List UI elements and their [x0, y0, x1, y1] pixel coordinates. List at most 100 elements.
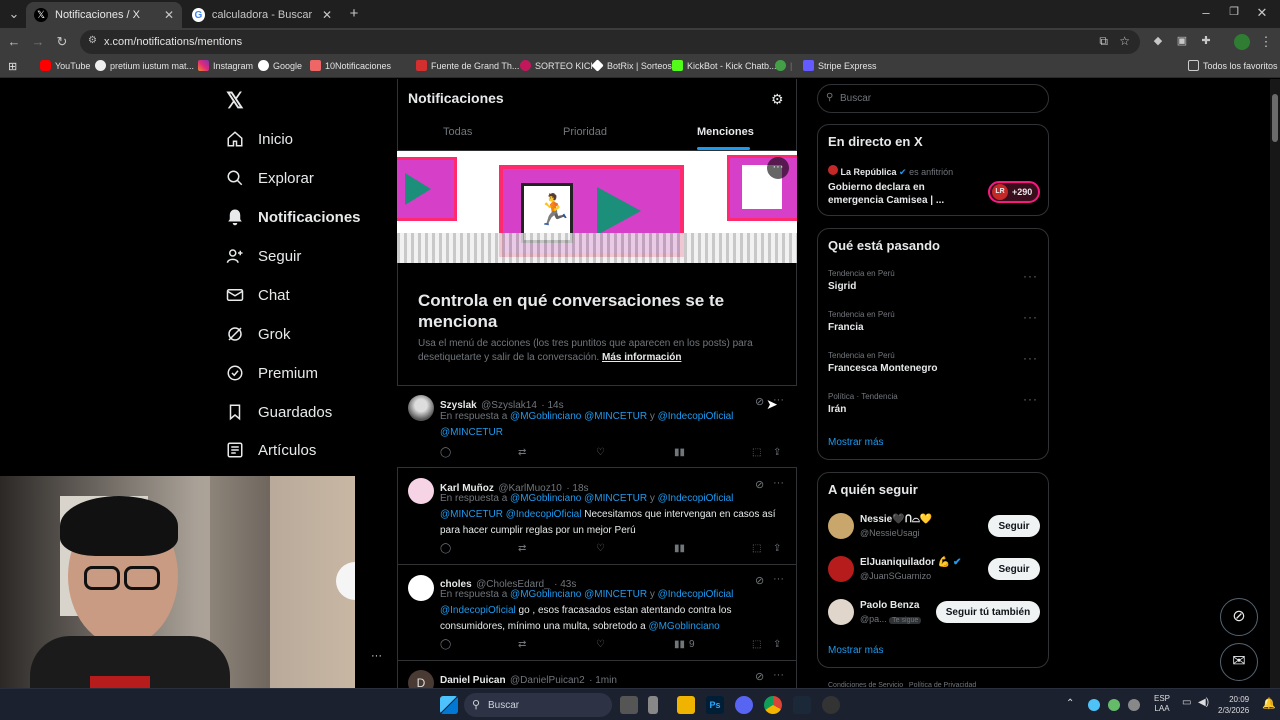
bookmark-botrix[interactable]: BotRix | Sorteos — [591, 59, 672, 72]
bookmark-google[interactable]: Google — [258, 60, 302, 71]
views-icon[interactable]: ▮▮ — [674, 543, 685, 554]
post-author-name[interactable]: Daniel Puican — [440, 675, 506, 686]
close-tab-icon[interactable]: ✕ — [164, 8, 174, 22]
bookmark-instagram[interactable]: Instagram — [198, 60, 253, 71]
bookmark-star-icon[interactable]: ☆ — [1119, 34, 1130, 48]
mention-link[interactable]: @IndecopiOficial — [658, 411, 734, 422]
messages-fab[interactable]: ✉ — [1220, 643, 1258, 681]
post-time[interactable]: · 1min — [589, 675, 617, 686]
notifications-icon[interactable]: 🔔 — [1262, 697, 1276, 710]
post-author-handle[interactable]: @DanielPuican2 — [510, 675, 585, 686]
tray-icon[interactable] — [1128, 699, 1140, 711]
browser-tab[interactable]: G calculadora - Buscar con Googl ✕ — [184, 2, 340, 28]
avatar[interactable] — [408, 478, 434, 504]
nav-item-premium[interactable]: Premium — [226, 364, 318, 382]
like-icon[interactable]: ♡ — [596, 543, 605, 554]
mention-link[interactable]: @MINCETUR — [440, 427, 503, 438]
trend-item[interactable]: Tendencia en Perú Sigrid ··· — [828, 269, 1038, 292]
show-more-link[interactable]: Mostrar más — [828, 437, 884, 448]
reply-icon[interactable]: ◯ — [440, 447, 451, 458]
mention-link[interactable]: @MINCETUR — [584, 493, 647, 504]
nav-item-articulos[interactable]: Artículos — [226, 441, 316, 459]
photoshop-icon[interactable]: Ps — [706, 696, 724, 714]
avatar[interactable] — [828, 599, 854, 625]
repost-icon[interactable]: ⇄ — [518, 447, 526, 458]
x-logo[interactable]: 𝕏 — [226, 88, 244, 114]
mention-link[interactable]: @MGoblinciano — [648, 621, 719, 632]
nav-item-grok[interactable]: Grok — [226, 325, 291, 343]
avatar[interactable] — [828, 513, 854, 539]
tab-menciones[interactable]: Menciones — [697, 126, 754, 138]
bookmark-icon[interactable]: ⬚ — [752, 639, 761, 650]
nav-item-guardados[interactable]: Guardados — [226, 403, 332, 421]
post[interactable]: Karl Muñoz @KarlMuoz10 · 18s En respuest… — [397, 469, 797, 565]
follow-button[interactable]: Seguir — [988, 515, 1040, 537]
mention-link[interactable]: @MINCETUR — [584, 589, 647, 600]
mention-link[interactable]: @IndecopiOficial — [440, 605, 516, 616]
post[interactable]: choles @CholesEdard_ · 43s En respuesta … — [397, 566, 797, 661]
mention-link[interactable]: @MINCETUR — [440, 509, 503, 520]
search-input[interactable]: ⚲ Buscar — [817, 84, 1049, 113]
like-icon[interactable]: ♡ — [596, 447, 605, 458]
close-tab-icon[interactable]: ✕ — [322, 8, 332, 22]
clock[interactable]: 20:09 2/3/2026 — [1218, 694, 1249, 716]
repost-icon[interactable]: ⇄ — [518, 543, 526, 554]
mention-link[interactable]: @MINCETUR — [584, 411, 647, 422]
grok-icon[interactable]: ⊘ — [755, 395, 764, 408]
bookmark-stripe[interactable]: Stripe Express — [803, 60, 877, 71]
reload-icon[interactable]: ↻ — [52, 34, 72, 50]
app-icon[interactable] — [648, 696, 658, 714]
tab-search-icon[interactable]: ⌄ — [4, 6, 24, 22]
volume-icon[interactable]: ◀) — [1198, 697, 1209, 708]
more-options-icon[interactable]: ··· — [1023, 310, 1038, 324]
taskbar-search[interactable]: ⚲ Buscar — [464, 693, 612, 717]
grok-icon[interactable]: ⊘ — [755, 574, 764, 587]
nav-item-chat[interactable]: Chat — [226, 286, 290, 304]
settings-gear-icon[interactable]: ⚙ — [771, 91, 784, 108]
extension-icon[interactable]: ▣ — [1172, 34, 1192, 47]
tray-expand-icon[interactable]: ⌃ — [1066, 698, 1074, 709]
share-icon[interactable]: ⇪ — [773, 447, 781, 458]
repost-icon[interactable]: ⇄ — [518, 639, 526, 650]
more-options-icon[interactable]: ··· — [767, 157, 789, 179]
post[interactable]: D Daniel Puican @DanielPuican2 · 1min ⊘ … — [397, 662, 797, 696]
steam-icon[interactable] — [793, 696, 811, 714]
address-bar[interactable]: ⚙ x.com/notifications/mentions ⧉ ☆ — [80, 30, 1140, 54]
page-scrollbar[interactable] — [1270, 79, 1280, 688]
bookmark-pretium[interactable]: pretium iustum mat... — [95, 60, 194, 71]
reply-icon[interactable]: ◯ — [440, 543, 451, 554]
mention-link[interactable]: @IndecopiOficial — [506, 509, 582, 520]
more-options-icon[interactable]: ··· — [773, 477, 784, 489]
tray-icon[interactable] — [1088, 699, 1100, 711]
network-icon[interactable]: ▭ — [1182, 697, 1191, 708]
live-headline[interactable]: Gobierno declara en emergencia Camisea |… — [828, 181, 968, 207]
app-icon[interactable] — [822, 696, 840, 714]
grok-icon[interactable]: ⊘ — [755, 478, 764, 491]
bookmark-youtube[interactable]: YouTube — [40, 60, 90, 71]
bookmark-sorteo-kick[interactable]: SORTEO KICK — [520, 60, 596, 71]
profile-avatar[interactable] — [1234, 34, 1250, 50]
bookmark-icon[interactable]: ⬚ — [752, 447, 761, 458]
grok-icon[interactable]: ⊘ — [755, 670, 764, 683]
extensions-puzzle-icon[interactable]: ✚ — [1196, 34, 1216, 47]
chrome-icon[interactable] — [764, 696, 782, 714]
views-icon[interactable]: ▮▮ — [674, 447, 685, 458]
live-listeners-badge[interactable]: LR +290 — [988, 181, 1040, 203]
share-icon[interactable]: ⇪ — [773, 543, 781, 554]
more-options-icon[interactable]: ··· — [1023, 392, 1038, 406]
windows-start-icon[interactable] — [440, 696, 458, 714]
restore-icon[interactable]: ❐ — [1224, 5, 1244, 18]
scrollbar-thumb[interactable] — [1272, 94, 1278, 142]
follow-suggestion[interactable]: Paolo Benza @pa... Te sigue Seguir tú ta… — [828, 599, 1040, 629]
close-window-icon[interactable]: ✕ — [1252, 5, 1272, 21]
site-info-icon[interactable]: ⚙ — [88, 35, 97, 46]
post[interactable]: Szyslak @Szyslak14 · 14s En respuesta a … — [397, 386, 797, 468]
reply-icon[interactable]: ◯ — [440, 639, 451, 650]
mention-link[interactable]: @IndecopiOficial — [658, 493, 734, 504]
install-app-icon[interactable]: ⧉ — [1099, 34, 1108, 49]
forward-icon[interactable]: → — [28, 34, 48, 49]
more-options-icon[interactable]: ··· — [371, 650, 382, 662]
avatar[interactable] — [408, 395, 434, 421]
more-options-icon[interactable]: ··· — [1023, 351, 1038, 365]
follow-back-button[interactable]: Seguir tú también — [936, 601, 1040, 623]
